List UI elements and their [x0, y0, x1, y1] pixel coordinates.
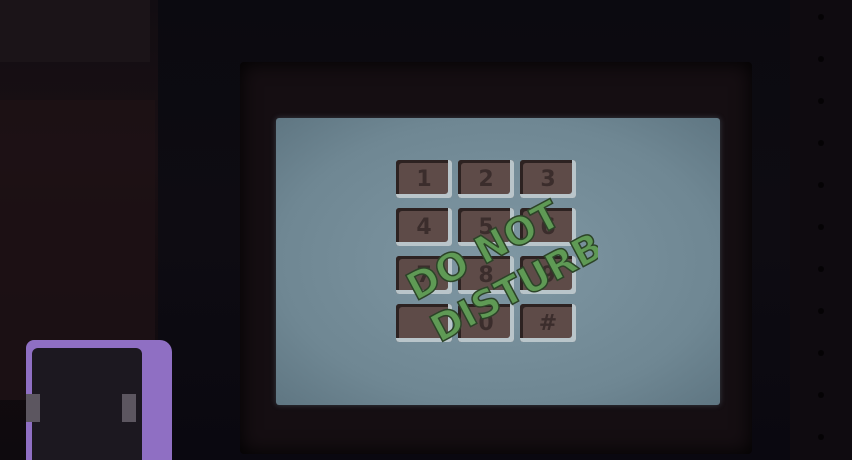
rail-hole [818, 56, 824, 62]
rail-hole [818, 266, 824, 272]
rail-hole [818, 434, 824, 440]
keypad: 1 2 3 4 5 6 7 8 9 0 # [396, 160, 580, 350]
device-clip-left [26, 394, 40, 422]
handheld-device [26, 340, 172, 460]
key-2[interactable]: 2 [458, 160, 514, 198]
rail-hole [818, 182, 824, 188]
rack-rail [790, 0, 852, 460]
rail-hole [818, 140, 824, 146]
key-3[interactable]: 3 [520, 160, 576, 198]
rail-hole [818, 392, 824, 398]
rail-hole [818, 98, 824, 104]
rail-hole [818, 308, 824, 314]
key-4[interactable]: 4 [396, 208, 452, 246]
rail-hole [818, 224, 824, 230]
key-0[interactable]: 0 [458, 304, 514, 342]
key-6[interactable]: 6 [520, 208, 576, 246]
key-1[interactable]: 1 [396, 160, 452, 198]
rail-hole [818, 350, 824, 356]
background-shelf [0, 0, 150, 62]
rail-hole [818, 14, 824, 20]
key-8[interactable]: 8 [458, 256, 514, 294]
key-hash[interactable]: # [520, 304, 576, 342]
key-5[interactable]: 5 [458, 208, 514, 246]
key-7[interactable]: 7 [396, 256, 452, 294]
device-clip-right [122, 394, 136, 422]
key-blank[interactable] [396, 304, 452, 342]
key-9[interactable]: 9 [520, 256, 576, 294]
